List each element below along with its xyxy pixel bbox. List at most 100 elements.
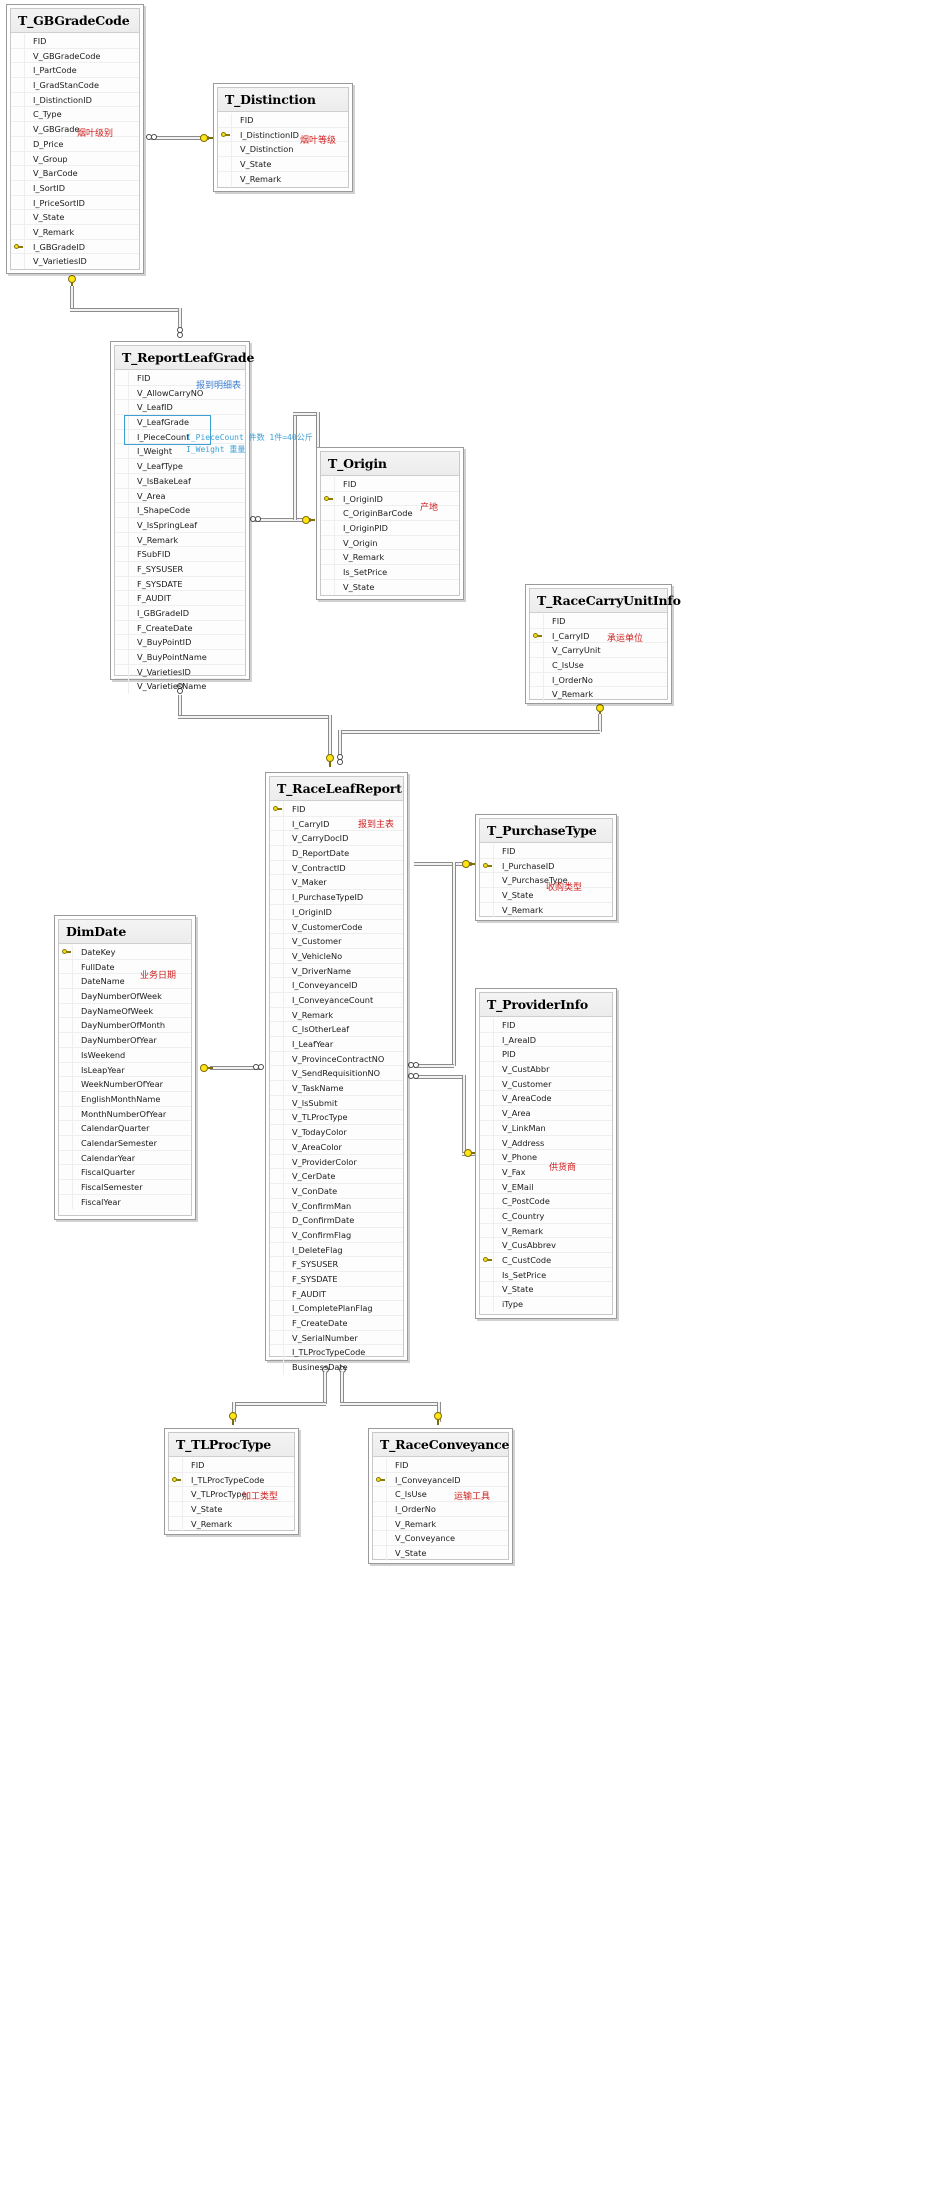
field-row[interactable]: V_LinkMan: [480, 1120, 612, 1136]
field-row[interactable]: EnglishMonthName: [59, 1091, 191, 1107]
field-row[interactable]: CalendarSemester: [59, 1135, 191, 1151]
field-row[interactable]: CalendarQuarter: [59, 1121, 191, 1136]
field-row[interactable]: FID: [270, 802, 403, 817]
entity-t-origin[interactable]: T_Origin FID I_OriginID C_OriginBarCode I_Or…: [316, 447, 464, 600]
field-row[interactable]: I_PriceSortID: [11, 195, 139, 211]
field-row[interactable]: MonthNumberOfYear: [59, 1106, 191, 1122]
field-row[interactable]: C_OriginBarCode: [321, 506, 459, 522]
field-row[interactable]: V_EMail: [480, 1179, 612, 1195]
field-row[interactable]: V_LeafType: [115, 459, 245, 474]
field-row[interactable]: V_ProvinceContractNO: [270, 1051, 403, 1067]
field-row[interactable]: I_ConveyanceID: [373, 1472, 508, 1488]
field-row[interactable]: V_Area: [115, 488, 245, 504]
field-row[interactable]: F_SYSUSER: [115, 561, 245, 577]
entity-t-raceleafreport[interactable]: T_RaceLeafReport FID I_CarryID V_CarryDocID…: [265, 772, 408, 1375]
field-row[interactable]: I_LeafYear: [270, 1037, 403, 1052]
field-row[interactable]: V_VarietiesID: [115, 664, 245, 680]
field-row[interactable]: V_SerialNumber: [270, 1330, 403, 1346]
field-row[interactable]: I_OrderNo: [373, 1502, 508, 1517]
field-row[interactable]: V_GBGrade: [11, 122, 139, 137]
field-row[interactable]: I_TLProcTypeCode: [270, 1345, 403, 1361]
field-row[interactable]: I_DeleteFlag: [270, 1242, 403, 1258]
field-row[interactable]: C_PostCode: [480, 1194, 612, 1209]
entity-t-purchasetype[interactable]: T_PurchaseType FID I_PurchaseID V_PurchaseT…: [475, 814, 617, 921]
field-row[interactable]: F_CreateDate: [270, 1316, 403, 1331]
field-row[interactable]: I_DistinctionID: [11, 92, 139, 108]
field-row[interactable]: I_CompletePlanFlag: [270, 1301, 403, 1317]
field-row[interactable]: V_ConDate: [270, 1183, 403, 1199]
field-row[interactable]: V_Group: [11, 151, 139, 167]
entity-t-providerinfo[interactable]: T_ProviderInfo FID I_AreaID PID V_CustAbbr V_…: [475, 988, 617, 1319]
field-row[interactable]: V_Phone: [480, 1150, 612, 1165]
field-row[interactable]: V_ConfirmFlag: [270, 1227, 403, 1243]
field-row[interactable]: FID: [321, 477, 459, 492]
field-row[interactable]: FiscalQuarter: [59, 1165, 191, 1180]
entity-t-racecarryunitinfo[interactable]: T_RaceCarryUnitInfo FID I_CarryID V_CarryUn…: [525, 584, 681, 704]
field-row[interactable]: V_Origin: [321, 535, 459, 551]
field-row[interactable]: V_TodayColor: [270, 1125, 403, 1140]
field-row[interactable]: V_CerDate: [270, 1169, 403, 1184]
entity-t-gbgradecode[interactable]: T_GBGradeCode FID V_GBGradeCode I_PartCode I…: [6, 4, 144, 274]
field-row[interactable]: D_Price: [11, 136, 139, 152]
field-row[interactable]: V_Remark: [321, 550, 459, 566]
field-row[interactable]: CalendarYear: [59, 1150, 191, 1166]
field-row[interactable]: V_Remark: [270, 1007, 403, 1023]
field-row[interactable]: V_AreaColor: [270, 1139, 403, 1155]
field-row[interactable]: C_Type: [11, 107, 139, 123]
field-row[interactable]: FiscalYear: [59, 1194, 191, 1210]
field-row[interactable]: V_ConfirmMan: [270, 1198, 403, 1214]
field-row[interactable]: Is_SetPrice: [321, 565, 459, 580]
field-row[interactable]: PID: [480, 1047, 612, 1063]
field-row[interactable]: FID: [480, 844, 612, 859]
field-row[interactable]: FID: [218, 113, 348, 128]
field-row[interactable]: V_Area: [480, 1106, 612, 1121]
field-row[interactable]: V_State: [373, 1546, 508, 1561]
field-row[interactable]: F_CreateDate: [115, 620, 245, 636]
field-row[interactable]: I_SortID: [11, 180, 139, 196]
field-row[interactable]: V_Fax: [480, 1164, 612, 1180]
field-row[interactable]: V_Customer: [480, 1076, 612, 1092]
field-row[interactable]: DayNameOfWeek: [59, 1003, 191, 1019]
field-row[interactable]: V_State: [11, 210, 139, 225]
field-row[interactable]: IsWeekend: [59, 1047, 191, 1063]
field-row[interactable]: V_Remark: [480, 1223, 612, 1239]
field-row[interactable]: V_Remark: [218, 171, 348, 187]
field-row[interactable]: IsLeapYear: [59, 1062, 191, 1078]
field-row[interactable]: C_Country: [480, 1208, 612, 1224]
field-row[interactable]: FiscalSemester: [59, 1180, 191, 1195]
field-row[interactable]: FID: [373, 1458, 508, 1473]
field-row[interactable]: C_IsUse: [530, 658, 667, 673]
field-row[interactable]: V_VehicleNo: [270, 948, 403, 964]
field-row[interactable]: V_State: [169, 1502, 294, 1517]
field-row[interactable]: V_SendRequisitionNO: [270, 1066, 403, 1082]
field-row[interactable]: V_Address: [480, 1135, 612, 1151]
field-row[interactable]: F_SYSDATE: [115, 576, 245, 592]
field-row[interactable]: V_IsSpringLeaf: [115, 517, 245, 533]
field-row[interactable]: I_ConveyanceCount: [270, 992, 403, 1008]
field-row[interactable]: V_Remark: [530, 687, 667, 703]
field-row[interactable]: DayNumberOfYear: [59, 1033, 191, 1048]
field-row[interactable]: V_ProviderColor: [270, 1154, 403, 1170]
field-row[interactable]: V_CustAbbr: [480, 1062, 612, 1077]
field-row[interactable]: V_DriverName: [270, 963, 403, 979]
field-row[interactable]: V_CarryUnit: [530, 643, 667, 659]
field-row[interactable]: V_Maker: [270, 875, 403, 891]
field-row[interactable]: V_GBGradeCode: [11, 48, 139, 64]
field-row[interactable]: V_VarietiesID: [11, 254, 139, 269]
field-row[interactable]: DayNumberOfWeek: [59, 989, 191, 1004]
field-row[interactable]: V_LeafID: [115, 400, 245, 416]
field-row[interactable]: I_CarryID: [530, 628, 667, 644]
field-row[interactable]: V_State: [480, 1282, 612, 1298]
field-row[interactable]: FSubFID: [115, 547, 245, 562]
field-row[interactable]: I_OriginPID: [321, 521, 459, 536]
field-row[interactable]: I_OriginID: [321, 491, 459, 507]
field-row[interactable]: V_ContractID: [270, 860, 403, 876]
field-row[interactable]: D_ConfirmDate: [270, 1213, 403, 1228]
field-row[interactable]: V_BuyPointName: [115, 650, 245, 665]
field-row[interactable]: C_IsOtherLeaf: [270, 1022, 403, 1037]
field-row[interactable]: V_Remark: [373, 1516, 508, 1532]
field-row[interactable]: I_PurchaseTypeID: [270, 890, 403, 905]
field-row[interactable]: V_CustomerCode: [270, 919, 403, 935]
field-row[interactable]: V_TaskName: [270, 1081, 403, 1096]
field-row[interactable]: FID: [480, 1018, 612, 1033]
